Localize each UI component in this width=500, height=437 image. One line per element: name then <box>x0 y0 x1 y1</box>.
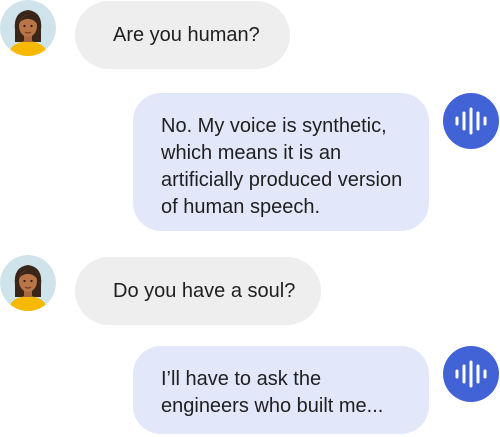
voice-waveform-icon <box>455 360 487 388</box>
assistant-avatar <box>443 93 499 149</box>
assistant-avatar <box>443 346 499 402</box>
user-message-bubble: Are you human? <box>75 1 290 69</box>
user-avatar <box>0 0 56 56</box>
user-message-bubble: Do you have a soul? <box>75 257 321 325</box>
message-text-line: of human speech. <box>161 196 320 218</box>
message-text-line: engineers who built me... <box>161 395 384 417</box>
message-text-line: Are you human? <box>113 23 260 46</box>
message-text-line: artificially produced version <box>161 169 403 191</box>
message-text-line: I’ll have to ask the <box>161 368 322 390</box>
voice-waveform-icon <box>455 107 487 135</box>
assistant-message-bubble: I’ll have to ask the engineers who built… <box>133 346 429 434</box>
assistant-message-bubble: No. My voice is synthetic, which means i… <box>133 93 429 231</box>
woman-avatar-icon <box>0 255 56 311</box>
message-text-line: No. My voice is synthetic, <box>161 115 387 137</box>
user-avatar <box>0 255 56 311</box>
woman-avatar-icon <box>0 0 56 56</box>
message-text-line: Do you have a soul? <box>113 279 296 302</box>
message-text-line: which means it is an <box>161 142 342 164</box>
